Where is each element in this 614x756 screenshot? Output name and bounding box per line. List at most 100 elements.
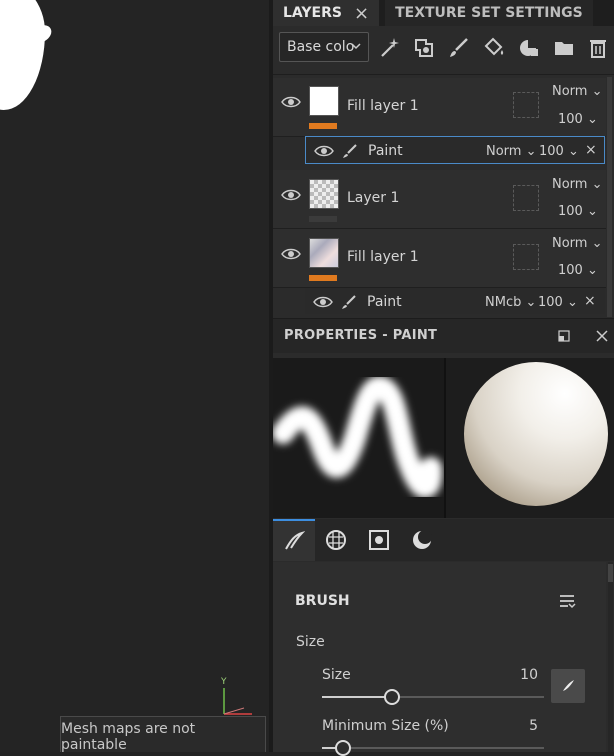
- visibility-eye-icon[interactable]: [314, 144, 334, 158]
- opacity-value: 100: [539, 144, 564, 159]
- layer-name[interactable]: Fill layer 1: [347, 98, 419, 114]
- chevron-down-icon: ⌄: [586, 263, 598, 278]
- close-icon[interactable]: ×: [354, 3, 369, 24]
- opacity-value: 100: [558, 112, 583, 127]
- alpha-grid-icon: [326, 530, 346, 550]
- preview-sphere: [464, 362, 608, 506]
- layer-name[interactable]: Fill layer 1: [347, 249, 419, 265]
- blend-mode-select[interactable]: Norm ⌄: [552, 177, 603, 192]
- tab-material[interactable]: [401, 519, 443, 561]
- channel-select[interactable]: Base colo: [279, 32, 369, 62]
- tab-layers[interactable]: LAYERS ×: [273, 0, 380, 26]
- visibility-eye-icon[interactable]: [281, 188, 301, 202]
- stroke-preview-image: [272, 376, 443, 498]
- visibility-eye-icon[interactable]: [313, 295, 333, 309]
- chevron-down-icon: [350, 40, 362, 55]
- opacity-select[interactable]: 100 ⌄: [558, 204, 598, 219]
- tooltip-mesh-maps: Mesh maps are not paintable: [60, 716, 266, 752]
- size-slider[interactable]: [322, 689, 544, 705]
- opacity-select[interactable]: 100 ⌄: [558, 112, 598, 127]
- chevron-down-icon: ⌄: [586, 204, 598, 219]
- tab-brush[interactable]: [273, 519, 315, 561]
- properties-header: PROPERTIES - PAINT: [273, 318, 614, 353]
- scrollbar-thumb[interactable]: [608, 564, 613, 582]
- blend-mode-select[interactable]: Norm ⌄: [552, 84, 603, 99]
- chevron-down-icon: ⌄: [591, 84, 603, 99]
- sublayer-row[interactable]: Paint NMcb ⌄ 100 ⌄ ×: [305, 288, 605, 314]
- blend-mode-value: NMcb: [485, 295, 522, 310]
- blend-mode-value: Norm: [552, 236, 588, 251]
- layer-name[interactable]: Layer 1: [347, 190, 399, 206]
- chevron-down-icon: ⌄: [567, 144, 579, 159]
- visibility-eye-icon[interactable]: [281, 247, 301, 261]
- opacity-value: 100: [538, 295, 563, 310]
- panel-tabs: LAYERS × TEXTURE SET SETTINGS: [273, 0, 614, 26]
- chevron-down-icon: ⌄: [525, 295, 537, 310]
- mask-slot[interactable]: [513, 244, 539, 270]
- folder-icon[interactable]: [552, 36, 576, 60]
- tab-texture-set-settings[interactable]: TEXTURE SET SETTINGS: [385, 0, 593, 26]
- close-icon[interactable]: ×: [584, 293, 596, 309]
- mask-slot[interactable]: [513, 92, 539, 118]
- stroke-preview: [272, 358, 446, 518]
- paint-brush-icon[interactable]: [447, 36, 471, 60]
- close-icon[interactable]: [595, 329, 609, 343]
- blend-mode-select[interactable]: Norm ⌄: [552, 236, 603, 251]
- pen-pressure-button[interactable]: [551, 669, 585, 703]
- magic-wand-icon[interactable]: [377, 36, 401, 60]
- opacity-value: 100: [558, 263, 583, 278]
- brush-preview: [272, 358, 614, 518]
- sublayer-row-selected[interactable]: Paint Norm ⌄ 100 ⌄ ×: [305, 136, 605, 164]
- visibility-eye-icon[interactable]: [281, 95, 301, 109]
- trash-icon[interactable]: [586, 36, 610, 60]
- chevron-down-icon: ⌄: [525, 144, 537, 159]
- stencil-icon: [369, 530, 389, 550]
- paint-brush-icon: [342, 295, 356, 309]
- material-preview: [446, 358, 614, 518]
- size-label: Size: [322, 667, 351, 683]
- properties-scrollbar[interactable]: [608, 562, 613, 752]
- preset-menu-icon[interactable]: [558, 592, 576, 610]
- opacity-select[interactable]: 100 ⌄: [539, 144, 579, 159]
- layer-thumbnail: [309, 238, 339, 268]
- tab-stencil[interactable]: [358, 519, 400, 561]
- min-size-value[interactable]: 5: [498, 718, 538, 734]
- layer-thumbnail: [309, 86, 339, 116]
- undock-icon[interactable]: [558, 330, 570, 342]
- size-slider-handle[interactable]: [383, 689, 400, 705]
- pen-pressure-icon: [563, 680, 574, 691]
- min-size-slider[interactable]: [322, 740, 544, 756]
- min-size-label: Minimum Size (%): [322, 718, 449, 734]
- layer-color-bar: [309, 275, 337, 281]
- blend-mode-value: Norm: [552, 84, 588, 99]
- size-value[interactable]: 10: [498, 667, 538, 683]
- axis-gizmo-icon: Y: [220, 677, 252, 715]
- add-effect-icon[interactable]: [412, 36, 436, 60]
- sublayer-name: Paint: [367, 294, 402, 310]
- chevron-down-icon: ⌄: [591, 236, 603, 251]
- opacity-select[interactable]: 100 ⌄: [558, 263, 598, 278]
- layers-toolbar: Base colo: [273, 26, 614, 75]
- blend-mode-select[interactable]: Norm ⌄: [486, 144, 537, 159]
- opacity-select[interactable]: 100 ⌄: [538, 295, 578, 310]
- blend-mode-select[interactable]: NMcb ⌄: [485, 295, 536, 310]
- layer-row[interactable]: Layer 1 Norm ⌄ 100 ⌄: [273, 170, 606, 229]
- tab-texture-set-label: TEXTURE SET SETTINGS: [395, 5, 583, 21]
- layer-row[interactable]: Fill layer 1 Norm ⌄ 100 ⌄: [273, 78, 606, 137]
- mask-icon[interactable]: [517, 36, 541, 60]
- mask-slot[interactable]: [513, 185, 539, 211]
- tab-alpha[interactable]: [315, 519, 357, 561]
- fill-bucket-icon[interactable]: [482, 36, 506, 60]
- size-group-label: Size: [296, 634, 325, 650]
- viewport-3d[interactable]: Y Mesh maps are not paintable: [0, 0, 269, 752]
- layer-color-bar: [309, 216, 337, 222]
- chevron-down-icon: ⌄: [586, 112, 598, 127]
- chevron-down-icon: ⌄: [591, 177, 603, 192]
- layer-row[interactable]: Fill layer 1 Norm ⌄ 100 ⌄: [273, 229, 606, 288]
- channel-select-value: Base colo: [287, 39, 355, 55]
- min-size-slider-handle[interactable]: [334, 740, 351, 756]
- chevron-down-icon: ⌄: [566, 295, 578, 310]
- close-icon[interactable]: ×: [585, 142, 597, 158]
- layers-scrollbar[interactable]: [607, 77, 612, 317]
- painted-stroke: [0, 0, 45, 110]
